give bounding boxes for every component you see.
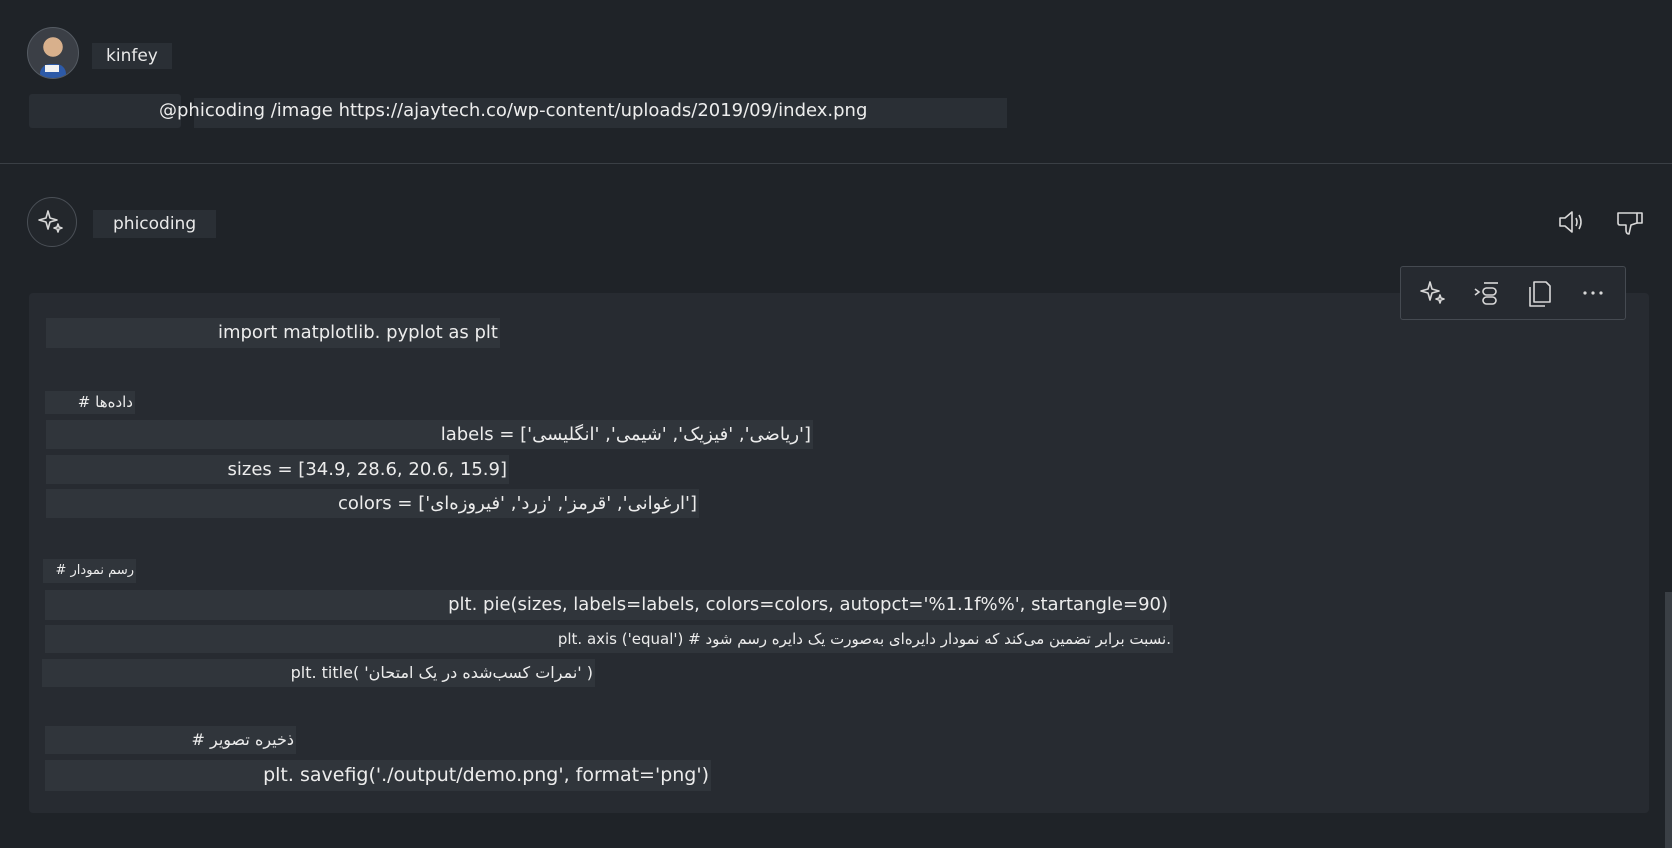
insert-code-icon[interactable] [1469,275,1505,311]
message-actions [1554,204,1648,240]
code-comment: # رسم نمودار [43,559,136,583]
copy-icon[interactable] [1522,275,1558,311]
user-message: kinfey @phicoding /image https://ajaytec… [0,0,1672,164]
thumbs-down-icon[interactable] [1612,204,1648,240]
code-comment: # داده‌ها [45,391,135,414]
user-prompt: @phicoding /image https://ajaytech.co/wp… [29,94,1007,128]
code-line: sizes = [34.9, 28.6, 20.6, 15.9] [46,455,509,484]
sparkle-icon [38,210,63,233]
code-line: import matplotlib. pyplot as plt [46,318,500,348]
avatar-badge [45,65,59,72]
code-line: colors = ['ارغوانی', 'قرمز', 'زرد', 'فیر… [46,489,699,518]
assistant-name: phicoding [93,210,217,238]
user-avatar[interactable] [27,27,79,79]
chat-page: kinfey @phicoding /image https://ajaytec… [0,0,1672,848]
code-line: plt. pie(sizes, labels=labels, colors=co… [45,590,1170,620]
assistant-avatar [27,197,77,247]
code-line: plt. title( 'نمرات کسب‌شده در یک امتحان'… [42,659,595,687]
prompt-text: @phicoding /image https://ajaytech.co/wp… [159,100,868,121]
user-name: kinfey [92,43,172,69]
code-toolbar [1400,266,1626,320]
more-icon[interactable] [1575,275,1611,311]
sparkle-icon[interactable] [1416,275,1452,311]
code-line: labels = ['ریاضی', 'فیزیک', 'شیمی', 'انگ… [46,420,813,449]
code-line: plt. axis ('equal') # نسبت برابر تضمین م… [45,625,1173,653]
speaker-icon[interactable] [1554,204,1590,240]
code-comment: # ذخیره تصویر [45,726,296,754]
code-line: plt. savefig('./output/demo.png', format… [45,760,711,791]
scrollbar[interactable] [1665,592,1672,848]
